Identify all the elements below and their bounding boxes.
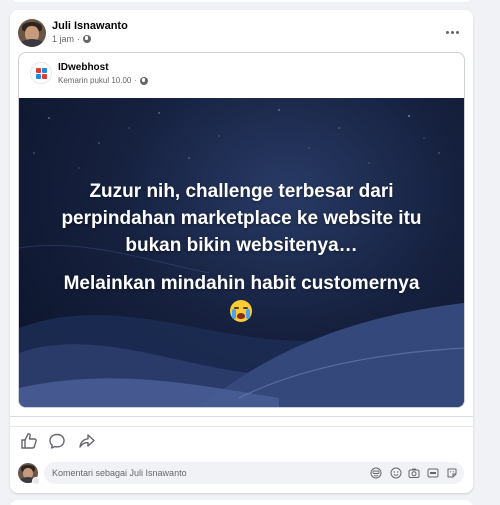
reactions-divider (10, 416, 473, 417)
previous-post-edge (10, 0, 473, 2)
sticker-icon[interactable] (446, 467, 458, 479)
avatar-sticker-icon[interactable] (370, 467, 382, 479)
globe-icon (83, 35, 92, 43)
actions-divider (10, 426, 473, 427)
comment-bubble-icon (49, 433, 65, 449)
image-subline: Melainkan mindahin habit customernya (63, 273, 420, 294)
author-name[interactable]: Juli Isnawanto (52, 20, 128, 32)
image-headline: Zuzur nih, challenge terbesar dari perpi… (61, 181, 422, 256)
thumbs-up-icon (21, 433, 37, 449)
crying-face-emoji (230, 300, 252, 322)
idwebhost-logo[interactable] (30, 62, 52, 84)
meta-separator: · (77, 34, 81, 44)
like-button[interactable] (20, 432, 38, 450)
shared-meta: Kemarin pukul 10.00 · (58, 76, 149, 85)
globe-icon (140, 76, 149, 85)
next-post-edge (10, 500, 473, 505)
shared-page-name[interactable]: IDwebhost (58, 62, 109, 73)
comment-box[interactable] (44, 462, 464, 484)
shared-post[interactable]: IDwebhost Kemarin pukul 10.00 · Zuzur ni… (18, 52, 465, 408)
more-options-button[interactable] (438, 22, 466, 42)
shared-time[interactable]: Kemarin pukul 10.00 (58, 76, 131, 85)
shared-meta-separator: · (134, 76, 138, 85)
share-button[interactable] (78, 432, 96, 450)
chevron-down-icon[interactable] (32, 477, 40, 485)
commenter-avatar[interactable] (18, 463, 40, 485)
more-horizontal-icon (445, 30, 449, 34)
post-time[interactable]: 1 jam (52, 34, 74, 44)
camera-icon[interactable] (408, 467, 420, 479)
emoji-icon[interactable] (390, 467, 402, 479)
post-image[interactable]: Zuzur nih, challenge terbesar dari perpi… (19, 98, 464, 407)
share-arrow-icon (79, 434, 95, 448)
gif-icon[interactable] (427, 467, 439, 479)
comment-input[interactable] (52, 462, 352, 484)
author-avatar[interactable] (18, 19, 46, 47)
post-meta: 1 jam · (52, 34, 92, 44)
comment-button[interactable] (48, 432, 66, 450)
